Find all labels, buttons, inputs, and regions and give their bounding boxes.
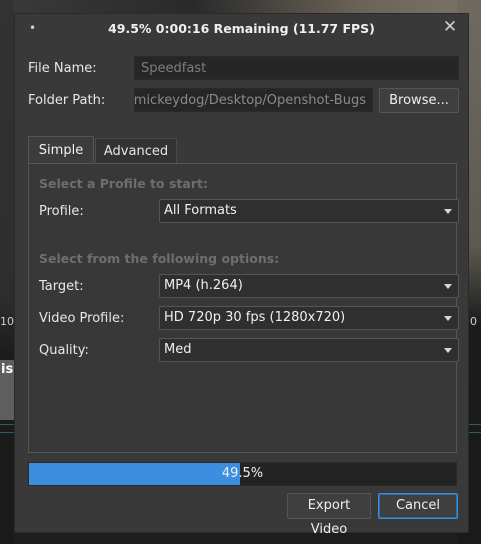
window-title: 49.5% 0:00:16 Remaining (11.77 FPS) <box>108 21 375 36</box>
background-left-panel <box>0 0 14 544</box>
file-name-field[interactable]: Speedfast <box>134 56 459 80</box>
cancel-button[interactable]: Cancel <box>378 493 458 519</box>
timeline-clip-label: is <box>1 362 14 377</box>
timeline-clip: is <box>0 360 14 420</box>
profile-label: Profile: <box>39 204 84 219</box>
folder-path-label: Folder Path: <box>28 93 106 108</box>
folder-path-value: e/mickeydog/Desktop/Openshot-Bugs <box>134 93 366 108</box>
close-icon[interactable]: ✕ <box>441 18 459 36</box>
export-progress-bar: 49.5% <box>28 462 457 486</box>
options-section-heading: Select from the following options: <box>39 251 280 266</box>
chevron-down-icon <box>444 284 452 289</box>
timeline-tick-right: 0 <box>470 315 477 328</box>
video-profile-label: Video Profile: <box>39 311 125 326</box>
video-profile-select[interactable]: HD 720p 30 fps (1280x720) <box>159 306 459 330</box>
quality-label: Quality: <box>39 343 89 358</box>
quality-select-value: Med <box>164 342 192 357</box>
export-dialog: • 49.5% 0:00:16 Remaining (11.77 FPS) ✕ … <box>14 13 469 537</box>
profile-section-heading: Select a Profile to start: <box>39 176 208 191</box>
target-label: Target: <box>39 279 84 294</box>
browse-button[interactable]: Browse... <box>379 88 459 113</box>
profile-select[interactable]: All Formats <box>159 199 459 223</box>
export-video-button[interactable]: Export Video <box>287 493 371 537</box>
video-profile-select-value: HD 720p 30 fps (1280x720) <box>164 310 346 325</box>
folder-path-field[interactable]: e/mickeydog/Desktop/Openshot-Bugs <box>134 88 373 112</box>
quality-select[interactable]: Med <box>159 338 459 362</box>
progress-text: 49.5% <box>221 466 264 481</box>
target-select-value: MP4 (h.264) <box>164 278 243 293</box>
chevron-down-icon <box>444 316 452 321</box>
chevron-down-icon <box>444 348 452 353</box>
tab-simple[interactable]: Simple <box>28 136 94 164</box>
target-select[interactable]: MP4 (h.264) <box>159 274 459 298</box>
timeline-tick-left: 10 <box>0 315 14 328</box>
tab-advanced[interactable]: Advanced <box>95 138 177 164</box>
file-name-label: File Name: <box>28 61 97 76</box>
title-bar: • 49.5% 0:00:16 Remaining (11.77 FPS) ✕ <box>15 14 468 44</box>
chevron-down-icon <box>444 209 452 214</box>
simple-tab-panel: Select a Profile to start: Profile: All … <box>28 163 459 453</box>
profile-select-value: All Formats <box>164 203 237 218</box>
